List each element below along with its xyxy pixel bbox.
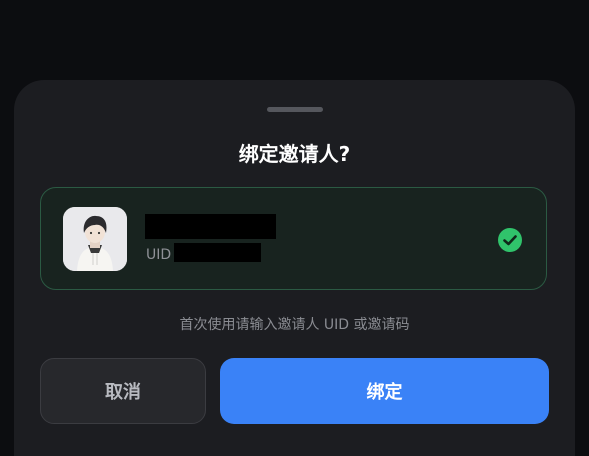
uid-label: UID bbox=[146, 247, 172, 263]
check-circle-icon bbox=[498, 228, 522, 252]
bind-button-label: 绑定 bbox=[366, 382, 403, 403]
bind-inviter-sheet: 绑定邀请人? UID 首次使用请输入邀请人 UID 或邀请码 取消 绑定 bbox=[14, 80, 575, 456]
cancel-button-label: 取消 bbox=[105, 382, 141, 403]
dialog-title: 绑定邀请人? bbox=[238, 142, 351, 166]
cancel-button[interactable]: 取消 bbox=[40, 358, 206, 424]
bind-button[interactable]: 绑定 bbox=[220, 358, 549, 424]
inviter-card[interactable]: UID bbox=[40, 187, 547, 290]
avatar bbox=[63, 207, 127, 271]
hint-text: 首次使用请输入邀请人 UID 或邀请码 bbox=[179, 317, 410, 333]
uid-value-redacted bbox=[174, 243, 261, 262]
inviter-name-redacted bbox=[145, 214, 276, 239]
drag-handle[interactable] bbox=[267, 107, 323, 112]
